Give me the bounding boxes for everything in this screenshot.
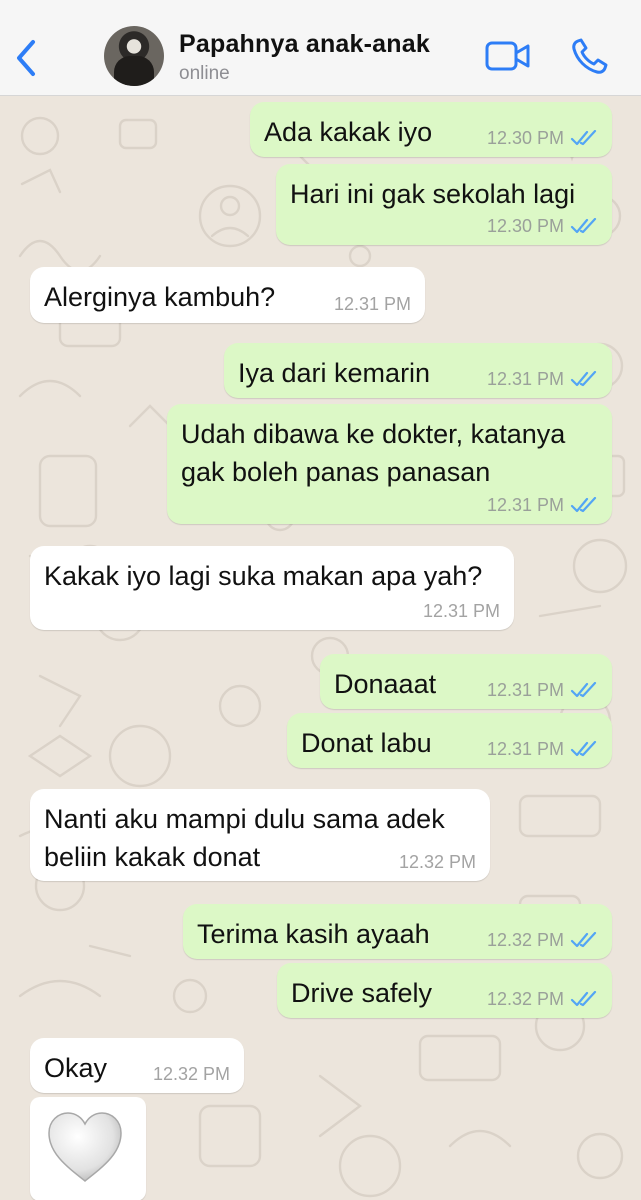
message-text: Alerginya kambuh? <box>44 282 276 312</box>
message-text: Donaaat <box>334 669 437 699</box>
message-time: 12.30 PM <box>486 128 564 148</box>
double-check-icon <box>570 130 597 146</box>
chevron-left-icon[interactable] <box>10 36 44 80</box>
outgoing-message[interactable]: Iya dari kemarin 12.31 PM <box>224 343 612 398</box>
double-check-icon <box>570 371 597 387</box>
double-check-icon <box>570 991 597 1007</box>
outgoing-message[interactable]: Ada kakak iyo 12.30 PM <box>250 102 612 157</box>
message-time: 12.31 PM <box>486 739 564 759</box>
message-text: Ada kakak iyo <box>264 117 433 147</box>
phone-icon[interactable] <box>570 38 610 76</box>
message-text: Nanti aku mampi dulu sama adek beliin ka… <box>44 804 445 872</box>
chat-wallpaper <box>18 116 628 1198</box>
message-time: 12.30 PM <box>486 216 564 236</box>
message-text: Hari ini gak sekolah lagi <box>290 179 576 209</box>
message-text: Udah dibawa ke dokter, katanya gak boleh… <box>181 419 566 487</box>
incoming-message[interactable]: Alerginya kambuh? 12.31 PM <box>30 267 425 323</box>
chat-header: Papahnya anak-anak online <box>0 0 641 96</box>
incoming-message[interactable]: Okay 12.32 PM <box>30 1038 244 1093</box>
message-meta: 12.31 PM <box>487 369 598 390</box>
message-time: 12.32 PM <box>152 1064 230 1084</box>
message-time: 12.31 PM <box>422 601 500 621</box>
message-time: 12.31 PM <box>333 294 411 314</box>
message-text: Terima kasih ayaah <box>197 919 430 949</box>
message-text: Okay <box>44 1053 108 1083</box>
message-time: 12.32 PM <box>486 989 564 1009</box>
double-check-icon <box>570 741 597 757</box>
emoji-message[interactable] <box>30 1097 146 1200</box>
outgoing-message[interactable]: Donat labu 12.31 PM <box>287 713 612 768</box>
double-check-icon <box>570 682 597 698</box>
message-meta: 12.30 PM <box>487 216 598 237</box>
message-list[interactable]: Ada kakak iyo 12.30 PM Hari ini gak seko… <box>0 96 641 1200</box>
message-time: 12.31 PM <box>486 369 564 389</box>
outgoing-message[interactable]: Hari ini gak sekolah lagi 12.30 PM <box>276 164 612 245</box>
message-text: Iya dari kemarin <box>238 358 431 388</box>
contact-name[interactable]: Papahnya anak-anak <box>179 30 430 59</box>
double-check-icon <box>570 932 597 948</box>
message-text: Drive safely <box>291 978 433 1008</box>
message-meta: 12.32 PM <box>487 989 598 1010</box>
message-meta: 12.32 PM <box>487 930 598 951</box>
double-check-icon <box>570 218 597 234</box>
double-check-icon <box>570 497 597 513</box>
message-time: 12.31 PM <box>486 495 564 515</box>
message-text: Donat labu <box>301 728 432 758</box>
outgoing-message[interactable]: Donaaat 12.31 PM <box>320 654 612 709</box>
avatar[interactable] <box>104 26 164 86</box>
message-meta: 12.31 PM <box>487 680 598 701</box>
message-meta: 12.31 PM <box>487 739 598 760</box>
contact-status: online <box>179 63 230 84</box>
message-time: 12.32 PM <box>398 852 476 872</box>
video-call-icon[interactable] <box>484 38 532 74</box>
message-meta: 12.30 PM <box>487 128 598 149</box>
outgoing-message[interactable]: Drive safely 12.32 PM <box>277 963 612 1018</box>
message-time: 12.31 PM <box>486 680 564 700</box>
incoming-message[interactable]: Nanti aku mampi dulu sama adek beliin ka… <box>30 789 490 881</box>
message-meta: 12.31 PM <box>487 495 598 516</box>
message-text: Kakak iyo lagi suka makan apa yah? <box>44 561 483 591</box>
message-time: 12.32 PM <box>486 930 564 950</box>
outgoing-message[interactable]: Udah dibawa ke dokter, katanya gak boleh… <box>167 404 612 524</box>
incoming-message[interactable]: Kakak iyo lagi suka makan apa yah? 12.31… <box>30 546 514 630</box>
outgoing-message[interactable]: Terima kasih ayaah 12.32 PM <box>183 904 612 959</box>
white-heart-icon <box>48 1112 122 1182</box>
